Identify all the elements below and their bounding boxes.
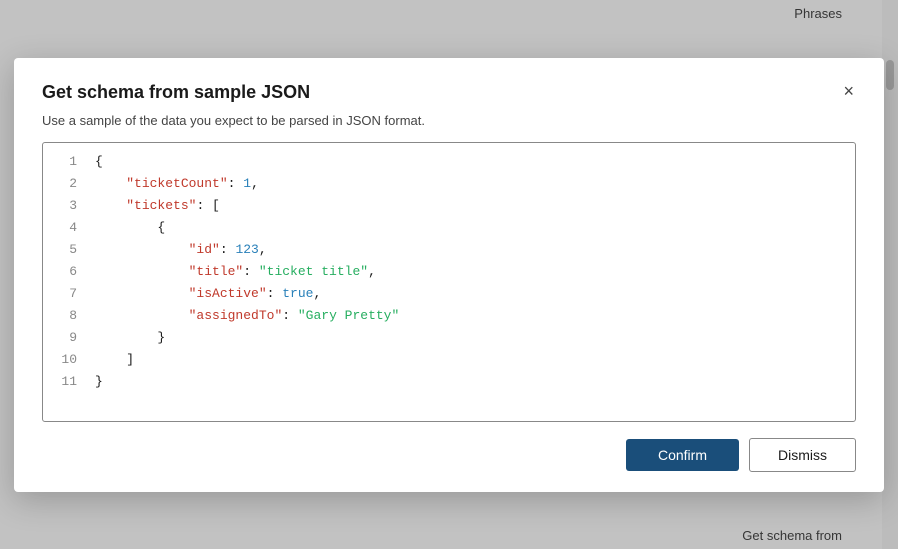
line-number: 10 xyxy=(55,349,77,371)
code-line: 9 } xyxy=(43,327,855,349)
line-number: 1 xyxy=(55,151,77,173)
line-content: "tickets": [ xyxy=(95,195,220,217)
modal-header: Get schema from sample JSON × xyxy=(42,82,856,103)
code-line: 4 { xyxy=(43,217,855,239)
line-content: "assignedTo": "Gary Pretty" xyxy=(95,305,399,327)
line-number: 4 xyxy=(55,217,77,239)
line-content: "isActive": true, xyxy=(95,283,321,305)
json-key: "ticketCount" xyxy=(126,176,227,191)
modal-subtitle: Use a sample of the data you expect to b… xyxy=(42,113,856,128)
modal-overlay: Get schema from sample JSON × Use a samp… xyxy=(0,0,898,549)
modal: Get schema from sample JSON × Use a samp… xyxy=(14,58,884,492)
dismiss-button[interactable]: Dismiss xyxy=(749,438,856,472)
line-content: "title": "ticket title", xyxy=(95,261,376,283)
line-number: 2 xyxy=(55,173,77,195)
close-button[interactable]: × xyxy=(841,82,856,100)
line-content: { xyxy=(95,217,165,239)
json-key: "title" xyxy=(189,264,244,279)
json-key: "assignedTo" xyxy=(189,308,283,323)
code-line: 1{ xyxy=(43,151,855,173)
code-line: 8 "assignedTo": "Gary Pretty" xyxy=(43,305,855,327)
json-value: 1 xyxy=(243,176,251,191)
json-value: 123 xyxy=(235,242,258,257)
code-line: 2 "ticketCount": 1, xyxy=(43,173,855,195)
line-number: 7 xyxy=(55,283,77,305)
line-number: 9 xyxy=(55,327,77,349)
json-key: "id" xyxy=(189,242,220,257)
code-line: 5 "id": 123, xyxy=(43,239,855,261)
code-line: 11} xyxy=(43,371,855,393)
line-content: } xyxy=(95,327,165,349)
modal-title: Get schema from sample JSON xyxy=(42,82,310,103)
line-content: ] xyxy=(95,349,134,371)
line-content: } xyxy=(95,371,103,393)
json-value: [ xyxy=(212,198,220,213)
code-line: 3 "tickets": [ xyxy=(43,195,855,217)
code-line: 7 "isActive": true, xyxy=(43,283,855,305)
line-content: { xyxy=(95,151,103,173)
line-number: 8 xyxy=(55,305,77,327)
line-content: "ticketCount": 1, xyxy=(95,173,259,195)
modal-footer: Confirm Dismiss xyxy=(42,438,856,472)
confirm-button[interactable]: Confirm xyxy=(626,439,739,471)
line-number: 5 xyxy=(55,239,77,261)
json-value: true xyxy=(282,286,313,301)
json-key: "isActive" xyxy=(189,286,267,301)
json-key: "tickets" xyxy=(126,198,196,213)
code-area[interactable]: 1{2 "ticketCount": 1,3 "tickets": [4 {5 … xyxy=(42,142,856,422)
line-number: 3 xyxy=(55,195,77,217)
json-value: "Gary Pretty" xyxy=(298,308,399,323)
json-value: "ticket title" xyxy=(259,264,368,279)
line-content: "id": 123, xyxy=(95,239,267,261)
line-number: 6 xyxy=(55,261,77,283)
code-line: 10 ] xyxy=(43,349,855,371)
line-number: 11 xyxy=(55,371,77,393)
code-line: 6 "title": "ticket title", xyxy=(43,261,855,283)
